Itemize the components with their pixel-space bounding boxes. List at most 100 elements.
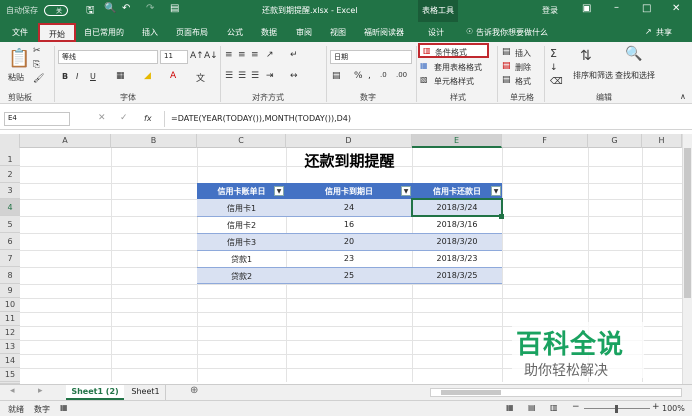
paste-button[interactable]: 粘贴 (8, 72, 24, 83)
tab-design[interactable]: 设计 (428, 27, 444, 38)
wrap-text-icon[interactable]: ↵ (290, 50, 298, 60)
increase-decimal-icon[interactable]: .0 (380, 71, 387, 79)
column-header[interactable]: C (197, 134, 286, 148)
filter-dropdown-icon[interactable]: ▼ (274, 186, 284, 196)
align-center-icon[interactable]: ☰ (238, 71, 246, 81)
confirm-formula-icon[interactable]: ✓ (120, 113, 128, 123)
tab-foxit[interactable]: 福昕阅读器 (364, 27, 404, 38)
row-header[interactable]: 2 (0, 166, 20, 183)
page-break-view-icon[interactable]: ▥ (550, 403, 558, 412)
insert-cells-button[interactable]: 插入 (515, 48, 531, 59)
row-header[interactable]: 3 (0, 183, 20, 199)
row-header[interactable]: 7 (0, 250, 20, 267)
cut-icon[interactable]: ✂ (33, 46, 41, 56)
sort-filter-icon[interactable]: ⇅ (580, 48, 592, 64)
fill-handle[interactable] (499, 214, 504, 219)
zoom-out-icon[interactable]: − (572, 402, 580, 412)
align-bottom-icon[interactable]: ≡ (251, 50, 259, 60)
zoom-in-icon[interactable]: + (652, 402, 660, 412)
tab-home[interactable]: 开始 (38, 23, 76, 42)
table-cell[interactable]: 23 (286, 250, 412, 267)
table-cell[interactable]: 2018/3/25 (412, 267, 502, 284)
align-left-icon[interactable]: ☰ (225, 71, 233, 81)
table-cell[interactable]: 2018/3/23 (412, 250, 502, 267)
comma-style-icon[interactable]: , (368, 71, 371, 81)
autosave-toggle[interactable]: 关 (44, 5, 68, 16)
row-header[interactable]: 13 (0, 340, 20, 354)
font-size-select[interactable]: 11 (160, 50, 188, 64)
percent-icon[interactable]: % (354, 71, 363, 81)
delete-cells-button[interactable]: 删除 (515, 62, 531, 73)
row-header[interactable]: 9 (0, 284, 20, 298)
vertical-scrollbar[interactable] (682, 134, 692, 384)
print-preview-icon[interactable]: 🔍 (104, 3, 116, 14)
font-color-icon[interactable]: A (170, 71, 176, 81)
table-cell[interactable]: 24 (286, 199, 412, 216)
bold-button[interactable]: B (62, 72, 68, 81)
table-cell[interactable]: 2018/3/16 (412, 216, 502, 233)
column-header[interactable]: A (20, 134, 111, 148)
cell-style-icon[interactable]: ▧ (420, 75, 428, 84)
column-header[interactable]: G (588, 134, 642, 148)
select-all-corner[interactable] (0, 134, 20, 148)
row-header[interactable]: 8 (0, 267, 20, 284)
conditional-format-button[interactable]: ▥ 条件格式 (418, 43, 489, 58)
cell-style-button[interactable]: 单元格样式 (434, 76, 474, 87)
collapse-ribbon-icon[interactable]: ∧ (680, 92, 686, 101)
vertical-scroll-thumb[interactable] (684, 148, 691, 298)
font-name-select[interactable]: 等线 (58, 50, 158, 64)
row-header[interactable]: 12 (0, 326, 20, 340)
font-grow-icon[interactable]: A↑ (190, 51, 204, 61)
normal-view-icon[interactable]: ▦ (506, 403, 514, 412)
share-icon[interactable]: ↗ (645, 27, 652, 36)
delete-cells-icon[interactable]: ▤ (502, 61, 511, 71)
insert-cells-icon[interactable]: ▤ (502, 47, 511, 57)
sheet-tab[interactable]: Sheet1 (126, 385, 166, 400)
page-layout-view-icon[interactable]: ▤ (528, 403, 536, 412)
add-sheet-icon[interactable]: ⊕ (190, 385, 198, 396)
table-cell[interactable]: 16 (286, 216, 412, 233)
align-right-icon[interactable]: ☰ (251, 71, 259, 81)
row-header[interactable]: 14 (0, 354, 20, 368)
row-header[interactable]: 10 (0, 298, 20, 312)
redo-icon[interactable]: ↷ (146, 3, 154, 14)
format-cells-icon[interactable]: ▤ (502, 75, 511, 85)
table-cell[interactable]: 贷款1 (197, 250, 286, 267)
merge-center-icon[interactable]: ↔ (290, 71, 298, 81)
tell-me-search[interactable]: 告诉我你想要做什么 (476, 27, 548, 38)
format-cells-button[interactable]: 格式 (515, 76, 531, 87)
italic-button[interactable]: I (76, 72, 78, 81)
decrease-decimal-icon[interactable]: .00 (396, 71, 407, 79)
clear-icon[interactable]: ⌫ (550, 77, 563, 87)
tab-view[interactable]: 视图 (330, 27, 346, 38)
maximize-icon[interactable]: □ (642, 3, 651, 14)
table-cell[interactable]: 贷款2 (197, 267, 286, 284)
table-cell[interactable]: 25 (286, 267, 412, 284)
tab-data[interactable]: 数据 (261, 27, 277, 38)
row-header[interactable]: 6 (0, 233, 20, 250)
autosum-icon[interactable]: Σ (550, 47, 557, 60)
tab-insert[interactable]: 插入 (142, 27, 158, 38)
tab-formulas[interactable]: 公式 (227, 27, 243, 38)
formula-input[interactable]: =DATE(YEAR(TODAY()),MONTH(TODAY()),D4) (164, 111, 688, 127)
table-format-icon[interactable]: ▦ (420, 61, 428, 70)
zoom-slider-thumb[interactable] (615, 405, 618, 413)
sort-filter-button[interactable]: 排序和筛选 (573, 70, 613, 81)
tab-page-layout[interactable]: 页面布局 (176, 27, 208, 38)
customize-qat-icon[interactable]: ▤ (170, 3, 179, 14)
table-cell[interactable]: 20 (286, 233, 412, 250)
align-top-icon[interactable]: ≡ (225, 50, 233, 60)
zoom-level[interactable]: 100% (662, 404, 685, 413)
phonetic-icon[interactable]: 文 (196, 71, 205, 84)
find-select-icon[interactable]: 🔍 (625, 46, 642, 62)
row-header[interactable]: 11 (0, 312, 20, 326)
table-format-button[interactable]: 套用表格格式 (434, 62, 482, 73)
format-painter-icon[interactable]: 🖌 (33, 74, 44, 84)
cancel-formula-icon[interactable]: ✕ (98, 113, 106, 123)
tab-custom[interactable]: 自已常用的 (84, 27, 124, 38)
sheet-tab-active[interactable]: Sheet1 (2) (66, 385, 124, 400)
next-sheet-icon[interactable]: ▸ (38, 386, 43, 396)
column-header[interactable]: H (642, 134, 682, 148)
share-button[interactable]: 共享 (656, 27, 672, 38)
table-cell[interactable]: 2018/3/20 (412, 233, 502, 250)
